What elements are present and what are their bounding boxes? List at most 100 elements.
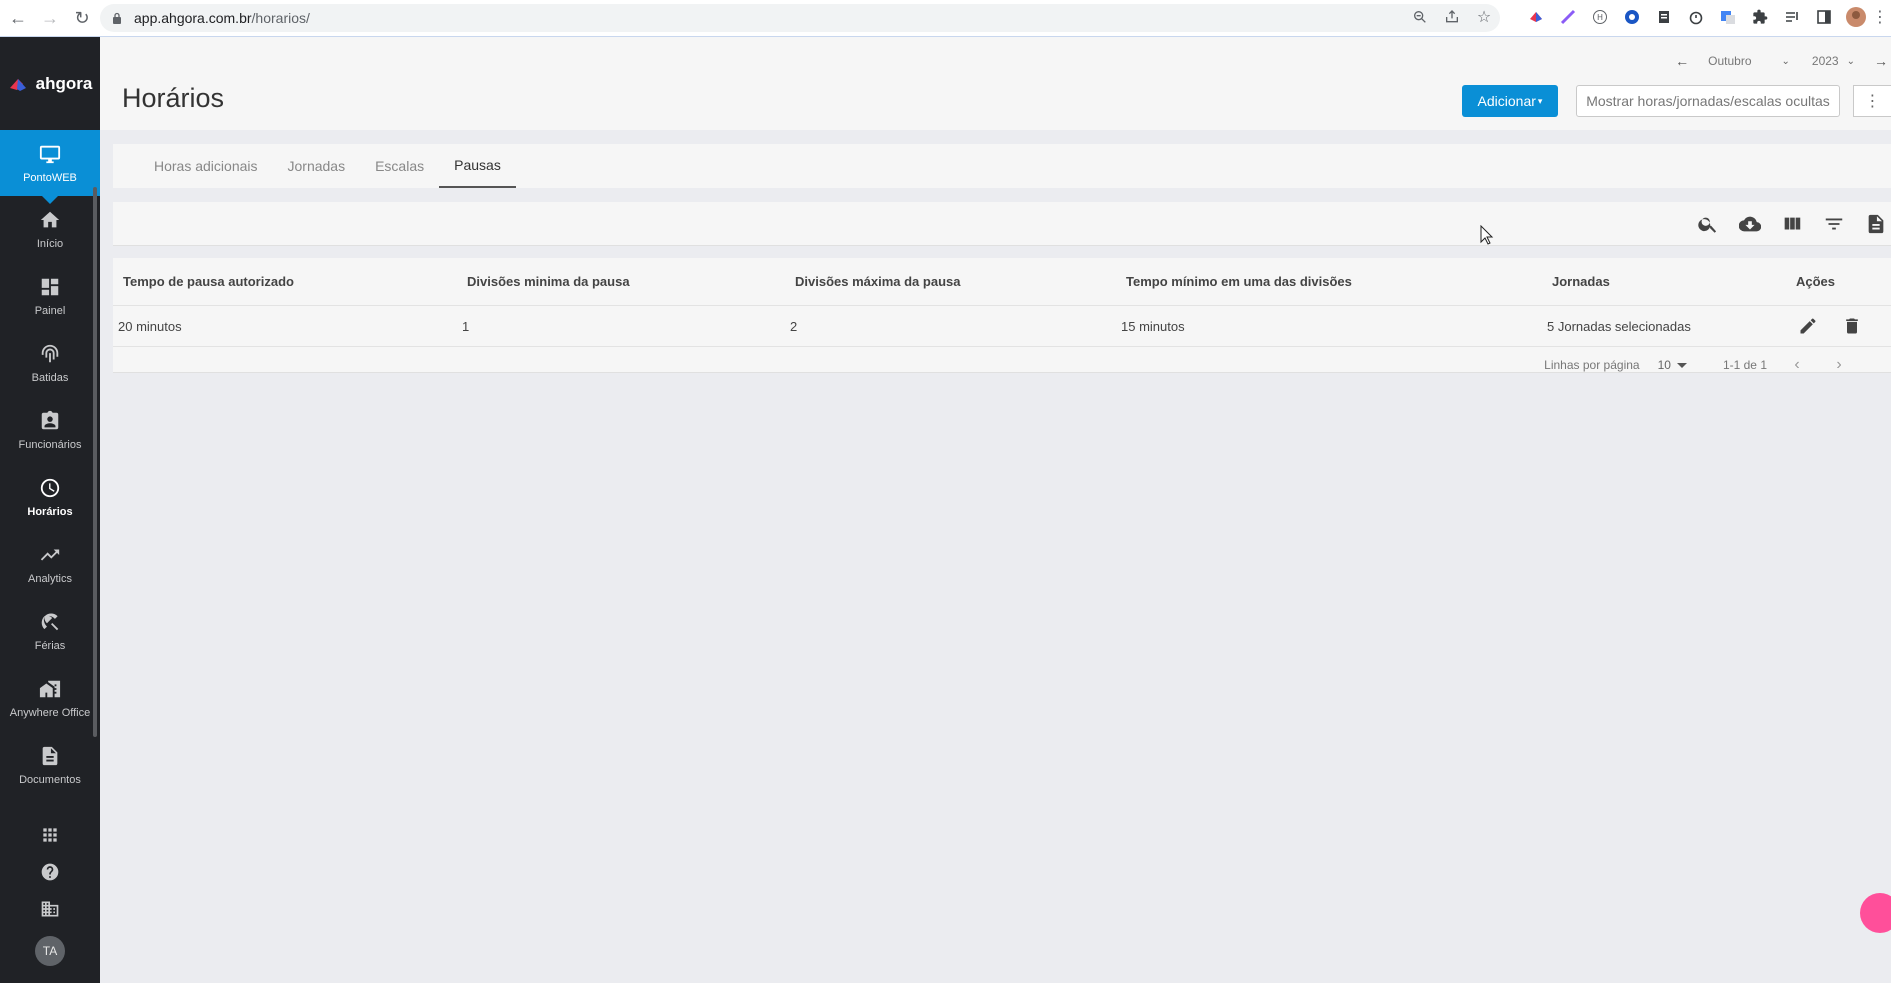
sidebar-item-funcionarios[interactable]: Funcionários: [0, 397, 100, 464]
monitor-icon: [39, 145, 61, 163]
extension-timer-icon[interactable]: [1683, 4, 1709, 30]
fingerprint-icon: [41, 344, 59, 363]
column-header[interactable]: Divisões minima da pausa: [467, 258, 630, 305]
rows-per-page-value: 10: [1657, 358, 1671, 372]
extension-translate-icon[interactable]: [1715, 4, 1741, 30]
sidebar-item-label: Anywhere Office: [9, 707, 91, 719]
help-icon[interactable]: [40, 862, 60, 882]
tab-jornadas[interactable]: Jornadas: [273, 144, 361, 188]
brand-logo[interactable]: ahgora: [0, 37, 100, 130]
column-header[interactable]: Divisões máxima da pausa: [795, 258, 960, 305]
table-row[interactable]: 20 minutos 1 2 15 minutos 5 Jornadas sel…: [113, 306, 1891, 347]
sidebar-item-analytics[interactable]: Analytics: [0, 531, 100, 598]
company-building-icon[interactable]: [40, 899, 60, 919]
sidebar-item-batidas[interactable]: Batidas: [0, 330, 100, 397]
column-header[interactable]: Tempo de pausa autorizado: [123, 258, 294, 305]
next-page-chevron-icon[interactable]: ›: [1827, 356, 1851, 374]
caret-down-icon: ▾: [1537, 95, 1543, 106]
tab-bar: Horas adicionais Jornadas Escalas Pausas: [113, 144, 1891, 188]
tab-escalas[interactable]: Escalas: [360, 144, 439, 188]
column-header[interactable]: Jornadas: [1552, 258, 1610, 305]
view-columns-icon[interactable]: [1781, 213, 1803, 235]
reading-list-icon[interactable]: [1779, 4, 1805, 30]
svg-text:H: H: [1597, 13, 1603, 22]
previous-month-arrow-icon[interactable]: ←: [1672, 53, 1692, 69]
extension-doc-icon[interactable]: [1651, 4, 1677, 30]
table-cell: 5 Jornadas selecionadas: [1547, 318, 1691, 334]
sidebar: ahgora PontoWEB Início Painel Batidas Fu…: [0, 37, 100, 983]
sidebar-scrollbar[interactable]: [93, 187, 97, 737]
sidebar-item-inicio[interactable]: Início: [0, 196, 100, 263]
rows-per-page-select[interactable]: 10: [1658, 358, 1687, 372]
table-cell: 1: [462, 318, 470, 334]
extension-pen-icon[interactable]: [1555, 4, 1581, 30]
search-icon[interactable]: [1697, 213, 1719, 235]
chevron-down-icon: ⌄: [1846, 55, 1855, 67]
pauses-table: Tempo de pausa autorizado Divisões minim…: [113, 258, 1891, 373]
reload-icon[interactable]: ↻: [68, 4, 96, 32]
show-hidden-button[interactable]: Mostrar horas/jornadas/escalas ocultas: [1576, 85, 1840, 117]
bookmark-star-icon[interactable]: ☆: [1471, 4, 1497, 30]
sidebar-item-anywhere-office[interactable]: Anywhere Office: [0, 665, 100, 732]
cloud-download-icon[interactable]: [1739, 213, 1761, 235]
share-icon[interactable]: [1439, 4, 1465, 30]
caret-down-icon: [1676, 362, 1687, 368]
page-title: Horários: [122, 83, 225, 113]
page-header: Horários ← Outubro ⌄ 2023 ⌄ → Adicionar …: [100, 37, 1891, 130]
ahgora-logo-icon: [9, 78, 26, 91]
back-icon[interactable]: ←: [4, 4, 32, 32]
apps-grid-icon[interactable]: [40, 825, 60, 845]
sidebar-item-horarios[interactable]: Horários: [0, 464, 100, 531]
previous-page-chevron-icon[interactable]: ‹: [1785, 356, 1809, 374]
forward-icon[interactable]: →: [36, 4, 64, 32]
row-actions: [1798, 306, 1862, 346]
sidebar-item-label: Batidas: [31, 372, 69, 384]
clock-icon: [40, 478, 60, 498]
table-cell: 15 minutos: [1121, 318, 1185, 334]
sidebar-item-pontoweb[interactable]: PontoWEB: [0, 130, 100, 204]
extension-globe-icon[interactable]: [1619, 4, 1645, 30]
month-select[interactable]: Outubro ⌄: [1702, 54, 1796, 68]
table-cell: 20 minutos: [118, 318, 182, 334]
next-month-arrow-icon[interactable]: →: [1871, 53, 1891, 69]
document-icon: [42, 746, 58, 766]
sidebar-item-label: PontoWEB: [23, 171, 77, 184]
extensions-puzzle-icon[interactable]: [1747, 4, 1773, 30]
column-header[interactable]: Tempo mínimo em uma das divisões: [1126, 258, 1352, 305]
sidebar-item-documentos[interactable]: Documentos: [0, 732, 100, 799]
extension-h-icon[interactable]: H: [1587, 4, 1613, 30]
page-range: 1-1 de 1: [1722, 358, 1767, 372]
edit-pencil-icon[interactable]: [1798, 316, 1818, 336]
more-options-icon[interactable]: ⋮: [1853, 85, 1891, 117]
rows-per-page-label: Linhas por página: [1544, 358, 1640, 372]
browser-menu-icon[interactable]: ⋮: [1872, 4, 1888, 30]
chevron-down-icon: ⌄: [1781, 55, 1790, 67]
sidebar-item-painel[interactable]: Painel: [0, 263, 100, 330]
year-value: 2023: [1811, 54, 1839, 68]
column-header: Ações: [1796, 274, 1836, 289]
profile-avatar-icon[interactable]: [1843, 4, 1869, 30]
user-avatar[interactable]: TA: [35, 936, 65, 967]
add-button[interactable]: Adicionar ▾: [1462, 85, 1558, 117]
table-toolbar: [113, 202, 1891, 246]
month-value: Outubro: [1708, 54, 1752, 68]
trending-up-icon: [40, 549, 60, 561]
delete-trash-icon[interactable]: [1842, 316, 1862, 336]
extension-ahgora-icon[interactable]: [1523, 4, 1549, 30]
tab-pausas[interactable]: Pausas: [439, 144, 516, 188]
filter-list-icon[interactable]: [1823, 213, 1845, 235]
mouse-cursor-icon: [1480, 225, 1494, 245]
zoom-icon[interactable]: [1407, 4, 1433, 30]
tab-horas-adicionais[interactable]: Horas adicionais: [139, 144, 273, 188]
sidebar-item-label: Horários: [27, 506, 73, 518]
sidebar-item-label: Analytics: [27, 573, 73, 585]
url-path: /horarios/: [251, 10, 310, 26]
sidebar-item-label: Painel: [34, 305, 66, 317]
sidebar-item-label: Funcionários: [18, 439, 82, 451]
year-select[interactable]: 2023 ⌄: [1806, 54, 1861, 68]
sidebar-item-label: Documentos: [19, 774, 81, 786]
address-bar[interactable]: app.ahgora.com.br/horarios/: [100, 4, 1500, 32]
sidebar-item-ferias[interactable]: Férias: [0, 598, 100, 665]
report-document-icon[interactable]: [1865, 213, 1887, 235]
side-panel-icon[interactable]: [1811, 4, 1837, 30]
